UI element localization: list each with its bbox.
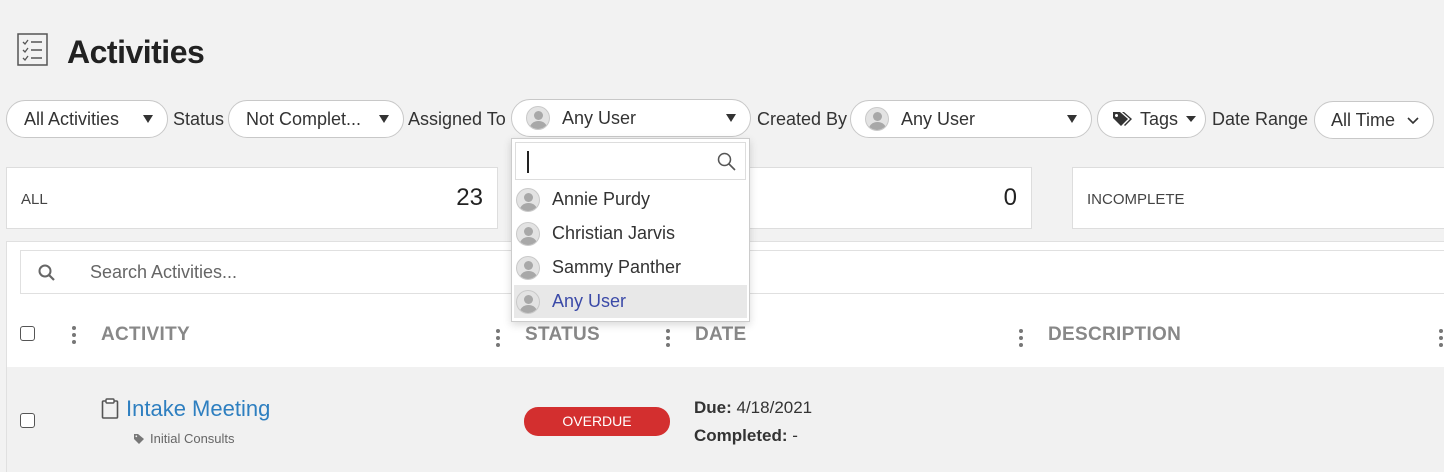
dropdown-search-input[interactable] bbox=[515, 142, 746, 180]
column-header-status[interactable]: STATUS bbox=[525, 324, 600, 346]
column-menu-icon[interactable] bbox=[496, 329, 500, 350]
clipboard-icon bbox=[101, 398, 119, 419]
row-checkbox[interactable] bbox=[20, 413, 35, 428]
created-by-label: Created By bbox=[757, 109, 848, 129]
dropdown-option[interactable]: Sammy Panther bbox=[514, 251, 747, 284]
option-label: Sammy Panther bbox=[552, 257, 682, 277]
activity-type-value: All Activities bbox=[24, 108, 120, 129]
status-badge: OVERDUE bbox=[524, 407, 670, 436]
caret-down-icon bbox=[726, 114, 736, 122]
assigned-to-select[interactable]: Any User bbox=[511, 99, 751, 137]
caret-down-icon bbox=[1186, 116, 1197, 122]
activity-tag[interactable]: Initial Consults bbox=[134, 431, 235, 446]
search-icon bbox=[38, 264, 55, 281]
status-value: Not Complet... bbox=[246, 108, 362, 129]
date-range-select[interactable]: All Time bbox=[1314, 101, 1434, 139]
column-header-activity[interactable]: ACTIVITY bbox=[101, 324, 190, 346]
column-menu-icon[interactable] bbox=[1439, 329, 1443, 350]
tags-icon bbox=[1113, 112, 1132, 126]
column-menu-icon[interactable] bbox=[72, 326, 76, 347]
chevron-down-icon bbox=[1407, 117, 1419, 125]
user-avatar-icon bbox=[526, 106, 550, 130]
summary-card-label: ALL bbox=[21, 191, 48, 208]
due-value: 4/18/2021 bbox=[731, 398, 813, 417]
user-avatar-icon bbox=[516, 289, 540, 314]
search-icon bbox=[717, 152, 736, 171]
caret-down-icon bbox=[1067, 115, 1077, 123]
select-all-checkbox[interactable] bbox=[20, 326, 35, 341]
user-avatar-icon bbox=[516, 255, 540, 280]
assigned-to-dropdown-menu: Annie Purdy Christian Jarvis Sammy Panth… bbox=[511, 138, 750, 322]
completed-value: - bbox=[787, 426, 798, 445]
completed-label: Completed: bbox=[694, 426, 788, 445]
created-by-value: Any User bbox=[901, 108, 976, 129]
column-header-date[interactable]: DATE bbox=[695, 324, 747, 346]
date-range-value: All Time bbox=[1331, 109, 1396, 130]
user-avatar-icon bbox=[865, 107, 889, 131]
caret-down-icon bbox=[143, 115, 153, 123]
tags-dropdown[interactable]: Tags bbox=[1097, 100, 1206, 138]
assigned-to-label: Assigned To bbox=[408, 109, 506, 129]
created-by-select[interactable]: Any User bbox=[850, 100, 1092, 138]
dropdown-option[interactable]: Annie Purdy bbox=[514, 183, 747, 216]
summary-card-all[interactable]: ALL 23 bbox=[6, 167, 498, 229]
assigned-to-value: Any User bbox=[562, 107, 637, 128]
summary-card-label: INCOMPLETE bbox=[1087, 191, 1185, 208]
option-label: Christian Jarvis bbox=[552, 223, 676, 243]
summary-card-incomplete[interactable]: INCOMPLETE bbox=[1072, 167, 1444, 229]
user-avatar-icon bbox=[516, 221, 540, 246]
column-menu-icon[interactable] bbox=[1019, 329, 1023, 350]
caret-down-icon bbox=[379, 115, 389, 123]
dropdown-option-selected[interactable]: Any User bbox=[514, 285, 747, 318]
due-label: Due: bbox=[694, 398, 732, 417]
option-label: Annie Purdy bbox=[552, 189, 651, 209]
summary-card-count: 23 bbox=[456, 184, 483, 211]
search-placeholder: Search Activities... bbox=[90, 262, 238, 282]
column-menu-icon[interactable] bbox=[666, 329, 670, 350]
due-date: Due: 4/18/2021 bbox=[694, 398, 812, 418]
checklist-icon bbox=[17, 33, 48, 66]
status-label: Status bbox=[173, 109, 225, 129]
text-cursor bbox=[527, 151, 529, 173]
user-avatar-icon bbox=[516, 187, 540, 212]
activity-link[interactable]: Intake Meeting bbox=[126, 396, 270, 422]
tags-label: Tags bbox=[1140, 108, 1179, 129]
completed-date: Completed: - bbox=[694, 426, 798, 446]
activity-type-select[interactable]: All Activities bbox=[6, 100, 168, 138]
column-header-description[interactable]: DESCRIPTION bbox=[1048, 324, 1181, 346]
page-title: Activities bbox=[67, 34, 205, 70]
tag-icon bbox=[134, 433, 144, 444]
option-label: Any User bbox=[552, 291, 627, 311]
activity-tag-label: Initial Consults bbox=[150, 431, 235, 446]
date-range-label: Date Range bbox=[1212, 109, 1309, 129]
summary-card-count: 0 bbox=[1003, 184, 1017, 211]
dropdown-option[interactable]: Christian Jarvis bbox=[514, 217, 747, 250]
status-select[interactable]: Not Complet... bbox=[228, 100, 404, 138]
